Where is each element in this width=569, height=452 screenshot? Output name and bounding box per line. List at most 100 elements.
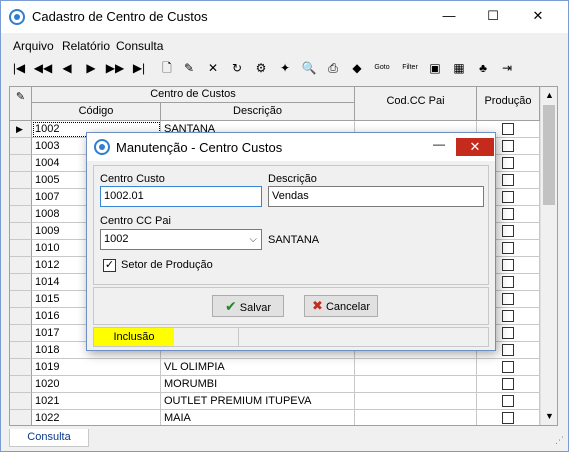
- row-indicator: [10, 240, 32, 257]
- dialog-title: Manutenção - Centro Custos: [116, 140, 283, 155]
- previous-record-icon[interactable]: ◀: [57, 58, 77, 78]
- edit-document-icon[interactable]: ✎: [179, 58, 199, 78]
- table-row[interactable]: 1022 MAIA: [10, 410, 540, 425]
- salvar-button[interactable]: ✔ Salvar: [212, 295, 284, 317]
- cell-cc_pai[interactable]: [355, 393, 477, 410]
- menu-arquivo[interactable]: Arquivo: [13, 39, 54, 53]
- cell-descricao[interactable]: MAIA: [161, 410, 355, 425]
- cell-producao: [477, 376, 540, 393]
- exit-icon[interactable]: ⇥: [497, 58, 517, 78]
- filter-icon[interactable]: Filter: [399, 58, 421, 78]
- delete-icon[interactable]: ✕: [203, 58, 223, 78]
- menu-consulta[interactable]: Consulta: [116, 39, 163, 53]
- cell-codigo[interactable]: 1020: [32, 376, 161, 393]
- producao-checkbox[interactable]: [502, 140, 514, 152]
- cell-descricao[interactable]: OUTLET PREMIUM ITUPEVA: [161, 393, 355, 410]
- cell-codigo[interactable]: 1021: [32, 393, 161, 410]
- producao-checkbox[interactable]: [502, 208, 514, 220]
- export-icon[interactable]: ▣: [425, 58, 445, 78]
- maximize-button[interactable]: ☐: [476, 1, 510, 31]
- cc-pai-label: Centro CC Pai: [100, 215, 171, 227]
- table-row[interactable]: 1019 VL OLIMPIA: [10, 359, 540, 376]
- producao-checkbox[interactable]: [502, 276, 514, 288]
- resize-grip-icon[interactable]: ⋰: [555, 435, 564, 446]
- wand-icon[interactable]: ✦: [275, 58, 295, 78]
- row-indicator: [10, 308, 32, 325]
- table-row[interactable]: 1020 MORUMBI: [10, 376, 540, 393]
- last-record-icon[interactable]: ▶|: [129, 58, 149, 78]
- window-title: Cadastro de Centro de Custos: [32, 9, 208, 24]
- tab-consulta[interactable]: Consulta: [9, 429, 89, 447]
- tree-icon[interactable]: ♣: [473, 58, 493, 78]
- dialog-close-button[interactable]: ✕: [456, 138, 494, 156]
- close-button[interactable]: ✕: [521, 1, 555, 31]
- producao-checkbox[interactable]: [502, 123, 514, 135]
- current-row-indicator-icon: ▶: [10, 121, 32, 138]
- scroll-up-icon[interactable]: ▲: [545, 90, 554, 100]
- cell-cc_pai[interactable]: [355, 410, 477, 425]
- cancelar-label: Cancelar: [325, 301, 370, 313]
- next-record-icon[interactable]: ▶: [81, 58, 101, 78]
- cell-descricao[interactable]: VL OLIMPIA: [161, 359, 355, 376]
- properties-icon[interactable]: ⚙: [251, 58, 271, 78]
- image-icon[interactable]: ▦: [449, 58, 469, 78]
- producao-checkbox[interactable]: [502, 157, 514, 169]
- scroll-down-icon[interactable]: ▼: [545, 411, 554, 421]
- row-indicator: [10, 155, 32, 172]
- cc-pai-name: SANTANA: [268, 234, 320, 246]
- column-header-cod-cc-pai[interactable]: Cod.CC Pai: [355, 87, 477, 121]
- producao-checkbox[interactable]: [502, 327, 514, 339]
- title-bar: Cadastro de Centro de Custos — ☐ ✕: [1, 1, 568, 33]
- producao-checkbox[interactable]: [502, 395, 514, 407]
- column-header-codigo[interactable]: Código: [32, 103, 161, 121]
- goto-icon[interactable]: Goto: [371, 58, 393, 78]
- centro-custo-input[interactable]: 1002.01: [100, 186, 262, 207]
- dialog-app-icon: [94, 139, 110, 155]
- salvar-label: Salvar: [239, 302, 271, 314]
- maintenance-dialog: Manutenção - Centro Custos — ✕ Centro Cu…: [86, 132, 496, 351]
- cell-cc_pai[interactable]: [355, 359, 477, 376]
- producao-checkbox[interactable]: [502, 174, 514, 186]
- print-preview-icon[interactable]: 🔍: [299, 58, 319, 78]
- setor-producao-label: Setor de Produção: [121, 259, 213, 271]
- chevron-down-icon[interactable]: ⌵: [249, 230, 257, 249]
- cc-pai-select[interactable]: 1002 ⌵: [100, 229, 262, 250]
- producao-checkbox[interactable]: [502, 259, 514, 271]
- producao-checkbox[interactable]: [502, 361, 514, 373]
- tag-icon[interactable]: ◆: [347, 58, 367, 78]
- producao-checkbox[interactable]: [502, 293, 514, 305]
- first-record-icon[interactable]: |◀: [9, 58, 29, 78]
- descricao-input[interactable]: Vendas: [268, 186, 484, 207]
- vertical-scrollbar[interactable]: ▲ ▼: [540, 87, 557, 425]
- scrollbar-thumb[interactable]: [543, 105, 555, 205]
- minimize-button[interactable]: —: [432, 1, 466, 31]
- previous-page-icon[interactable]: ◀◀: [33, 58, 53, 78]
- cell-cc_pai[interactable]: [355, 376, 477, 393]
- producao-checkbox[interactable]: [502, 191, 514, 203]
- producao-checkbox[interactable]: [502, 225, 514, 237]
- producao-checkbox[interactable]: [502, 378, 514, 390]
- cell-codigo[interactable]: 1019: [32, 359, 161, 376]
- refresh-icon[interactable]: ↻: [227, 58, 247, 78]
- producao-checkbox[interactable]: [502, 412, 514, 424]
- cell-descricao[interactable]: MORUMBI: [161, 376, 355, 393]
- menu-relatorio[interactable]: Relatório: [62, 39, 110, 53]
- row-indicator: [10, 257, 32, 274]
- producao-checkbox[interactable]: [502, 344, 514, 356]
- producao-checkbox[interactable]: [502, 242, 514, 254]
- group-header-centro-custos: Centro de Custos: [32, 87, 355, 103]
- print-icon[interactable]: ⎙: [323, 58, 343, 78]
- row-indicator: [10, 359, 32, 376]
- dialog-status-bar: Inclusão: [93, 327, 489, 347]
- cell-codigo[interactable]: 1022: [32, 410, 161, 425]
- column-header-descricao[interactable]: Descrição: [161, 103, 355, 121]
- status-bar: Consulta ⋰: [1, 429, 568, 451]
- dialog-minimize-button[interactable]: —: [429, 137, 449, 155]
- cancelar-button[interactable]: ✖ Cancelar: [304, 295, 378, 317]
- column-header-producao[interactable]: Produção: [477, 87, 540, 121]
- table-row[interactable]: 1021 OUTLET PREMIUM ITUPEVA: [10, 393, 540, 410]
- setor-producao-checkbox[interactable]: ✓: [103, 259, 116, 272]
- new-document-icon[interactable]: 🗋: [157, 58, 177, 78]
- next-page-icon[interactable]: ▶▶: [105, 58, 125, 78]
- producao-checkbox[interactable]: [502, 310, 514, 322]
